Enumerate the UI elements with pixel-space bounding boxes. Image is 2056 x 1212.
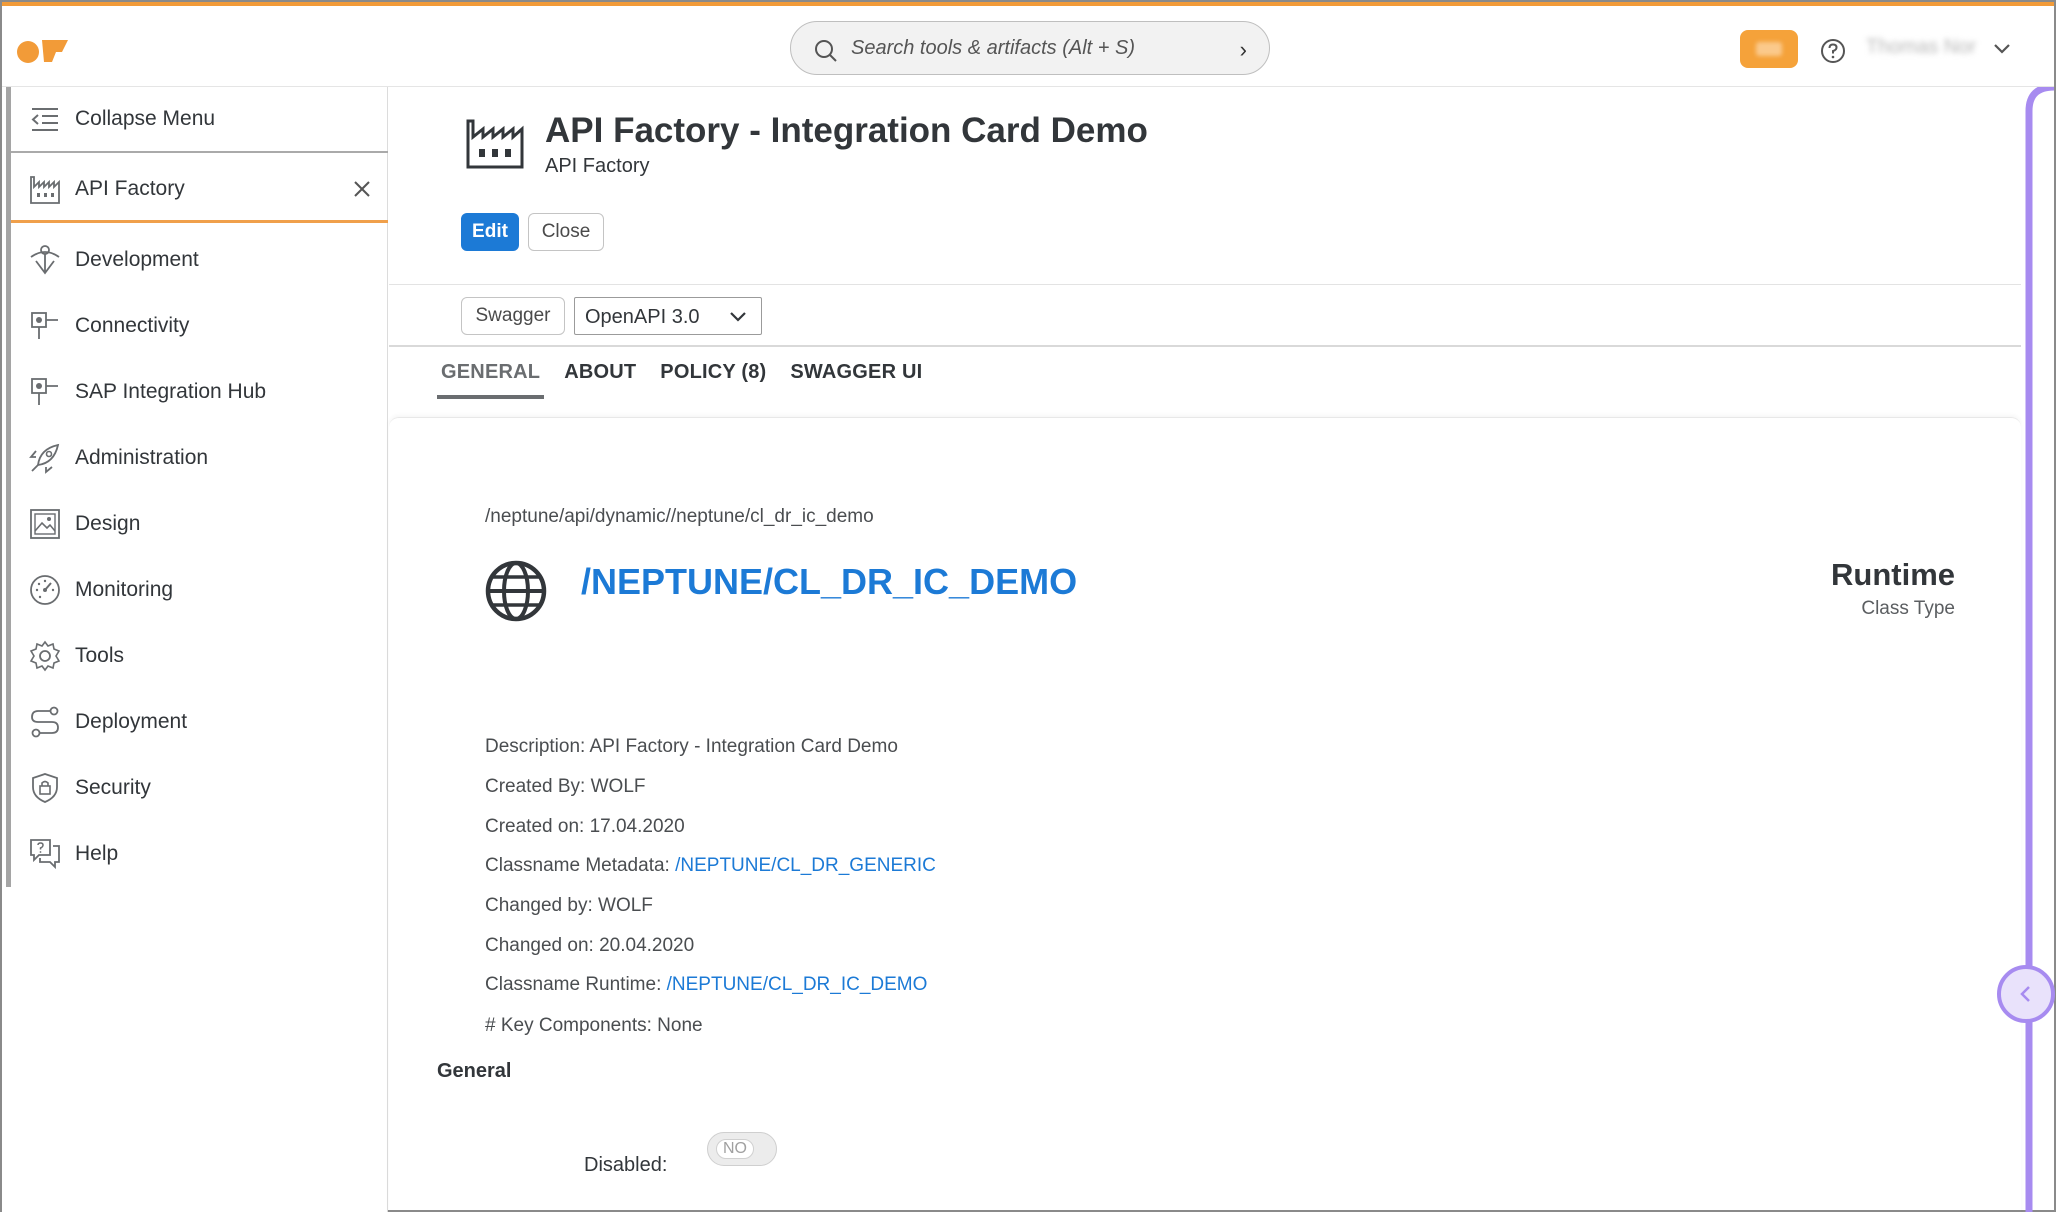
sidebar-item-security[interactable]: Security: [11, 755, 388, 821]
divider: [389, 284, 2021, 285]
connectivity-icon: [31, 312, 58, 339]
collapse-menu-button[interactable]: Collapse Menu: [11, 87, 388, 153]
shield-icon: [32, 773, 58, 803]
runtime-subtitle: Class Type: [1861, 598, 1955, 619]
notification-badge[interactable]: [1740, 30, 1798, 68]
classname-metadata-link[interactable]: /NEPTUNE/CL_DR_GENERIC: [675, 855, 936, 876]
sidebar-item-label: Tools: [75, 644, 125, 667]
sidebar-item-label: Deployment: [75, 710, 188, 733]
tab-swagger-ui[interactable]: SWAGGER UI: [786, 347, 926, 399]
image-icon: [30, 509, 60, 539]
rail-strip: [2025, 87, 2054, 1212]
sidebar-item-label: Monitoring: [75, 578, 174, 601]
collapse-menu-label: Collapse Menu: [75, 107, 216, 130]
page-subtitle: API Factory: [545, 155, 650, 177]
description-text: Description: API Factory - Integration C…: [485, 736, 898, 757]
sidebar-item-label: SAP Integration Hub: [75, 380, 267, 403]
classname-metadata-row: Classname Metadata: /NEPTUNE/CL_DR_GENER…: [485, 855, 936, 877]
factory-icon: [466, 119, 524, 169]
sidebar-item-deployment[interactable]: Deployment: [11, 689, 388, 755]
created-on-text: Created on: 17.04.2020: [485, 816, 685, 837]
sidebar-item-connectivity[interactable]: Connectivity: [11, 293, 388, 359]
sidebar-item-label: Design: [75, 512, 141, 535]
main-content: API Factory - Integration Card Demo API …: [389, 87, 2021, 1212]
factory-icon: [30, 176, 60, 204]
close-button[interactable]: Close: [528, 213, 604, 251]
tab-policy[interactable]: POLICY (8): [656, 347, 770, 399]
search-input[interactable]: Search tools & artifacts (Alt + S) ›: [790, 21, 1270, 75]
sidebar-item-help[interactable]: Help: [11, 821, 388, 887]
content-panel: [389, 417, 2021, 1212]
disabled-toggle[interactable]: NO: [707, 1132, 777, 1166]
app-logo-icon[interactable]: [16, 36, 72, 66]
sidebar-item-sap-integration-hub[interactable]: SAP Integration Hub: [11, 359, 388, 425]
sidebar-item-label: Development: [75, 248, 199, 271]
openapi-version-value: OpenAPI 3.0: [585, 306, 700, 328]
tab-about[interactable]: ABOUT: [560, 347, 640, 399]
gear-icon: [29, 640, 61, 672]
class-name-link[interactable]: /NEPTUNE/CL_DR_IC_DEMO: [581, 561, 1077, 603]
sidebar-item-label: Administration: [75, 446, 209, 469]
sidebar-item-tools[interactable]: Tools: [11, 623, 388, 689]
page-title: API Factory - Integration Card Demo: [545, 111, 1148, 150]
integration-hub-icon: [31, 378, 58, 405]
classname-runtime-row: Classname Runtime: /NEPTUNE/CL_DR_IC_DEM…: [485, 974, 927, 996]
sidebar-item-design[interactable]: Design: [11, 491, 388, 557]
changed-on-text: Changed on: 20.04.2020: [485, 935, 695, 956]
search-icon: [815, 40, 837, 62]
globe-icon: [485, 560, 547, 622]
disabled-toggle-value: NO: [716, 1139, 754, 1159]
endpoint-path: /neptune/api/dynamic//neptune/cl_dr_ic_d…: [485, 506, 874, 527]
created-by-text: Created By: WOLF: [485, 776, 646, 797]
chevron-down-icon[interactable]: [1992, 39, 2012, 59]
sidebar-item-label: Connectivity: [75, 314, 190, 337]
sidebar-item-development[interactable]: Development: [11, 227, 388, 293]
route-icon: [31, 706, 59, 738]
classname-runtime-label: Classname Runtime:: [485, 974, 667, 995]
help-icon[interactable]: [1820, 38, 1846, 64]
close-icon[interactable]: [350, 177, 374, 201]
sidebar-item-monitoring[interactable]: Monitoring: [11, 557, 388, 623]
top-bar: Search tools & artifacts (Alt + S) › Tho…: [2, 2, 2054, 87]
classname-metadata-label: Classname Metadata:: [485, 855, 676, 876]
chevron-left-icon: [2020, 986, 2030, 1002]
sidebar-item-api-factory[interactable]: API Factory: [11, 157, 388, 223]
api-factory-label: API Factory: [75, 176, 185, 200]
search-placeholder: Search tools & artifacts (Alt + S): [851, 37, 1135, 59]
tab-general[interactable]: GENERAL: [437, 347, 545, 399]
help-chat-icon: [30, 839, 60, 870]
classname-runtime-link[interactable]: /NEPTUNE/CL_DR_IC_DEMO: [667, 974, 928, 995]
sidebar-item-label: Help: [75, 842, 119, 865]
development-icon: [30, 245, 60, 275]
search-submit-icon[interactable]: ›: [1240, 37, 1247, 63]
sidebar-item-label: Security: [75, 776, 151, 799]
section-title-general: General: [437, 1060, 512, 1082]
gauge-icon: [30, 575, 60, 605]
openapi-version-select[interactable]: OpenAPI 3.0: [574, 297, 762, 335]
user-name[interactable]: Thomas Nor: [1866, 36, 1976, 59]
collapse-menu-icon: [31, 108, 58, 131]
tab-bar: GENERAL ABOUT POLICY (8) SWAGGER UI: [437, 347, 942, 399]
expand-panel-button[interactable]: [1997, 965, 2055, 1023]
changed-by-text: Changed by: WOLF: [485, 895, 653, 916]
disabled-label: Disabled:: [584, 1154, 668, 1176]
chevron-down-icon: [730, 312, 746, 322]
runtime-title: Runtime: [1831, 557, 1955, 592]
swagger-button[interactable]: Swagger: [461, 297, 565, 335]
sidebar: Collapse Menu API Factory Development Co…: [2, 87, 388, 1212]
sidebar-item-administration[interactable]: Administration: [11, 425, 388, 491]
key-components-text: # Key Components: None: [485, 1015, 703, 1036]
rocket-icon: [29, 443, 60, 474]
edit-button[interactable]: Edit: [461, 213, 519, 251]
side-panel-rail: [2021, 87, 2054, 1212]
